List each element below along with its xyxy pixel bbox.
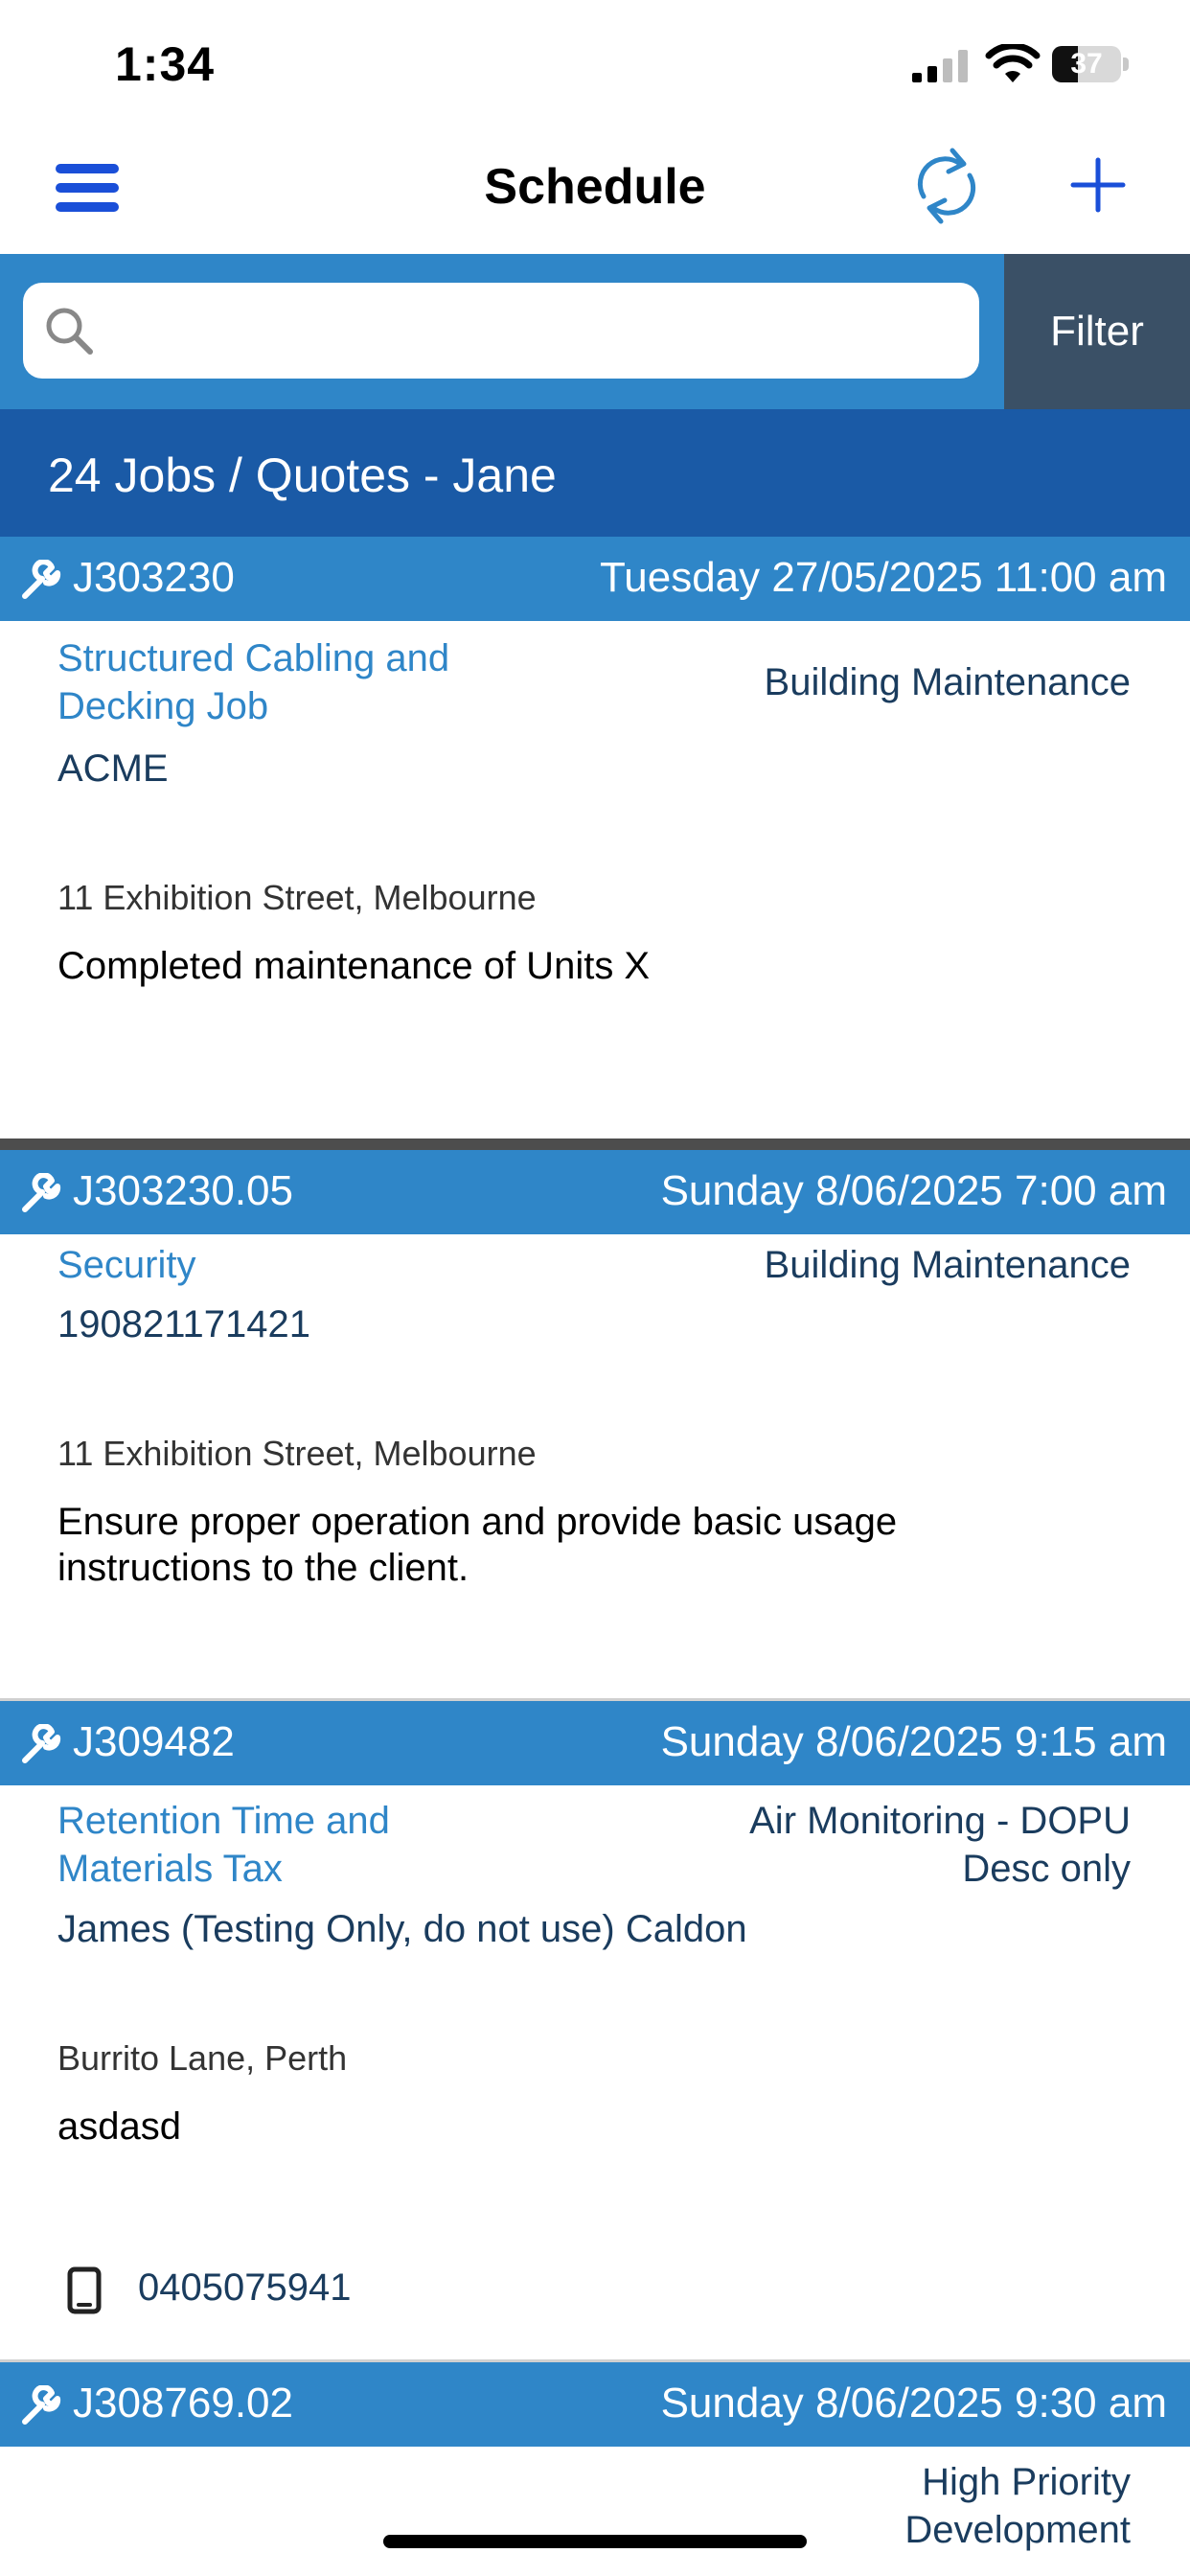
job-category: Air Monitoring - DOPU Desc only (749, 1800, 1131, 1890)
job-date: Sunday 8/06/2025 7:00 am (660, 1167, 1167, 1214)
page-title: Schedule (484, 159, 706, 215)
wifi-icon (985, 44, 1041, 82)
job-title: Retention Time and Materials Tax (57, 1800, 390, 1890)
add-icon[interactable] (1069, 156, 1127, 214)
job-title: Structured Cabling and Decking Job (57, 637, 450, 727)
job-id: J303230.05 (73, 1167, 293, 1214)
navigation-bar: Schedule (0, 129, 1190, 254)
job-address: 11 Exhibition Street, Melbourne (57, 1434, 537, 1473)
job-date: Sunday 8/06/2025 9:15 am (660, 1718, 1167, 1765)
job-client: 190821171421 (57, 1303, 310, 1346)
jobs-count-text: 24 Jobs / Quotes - Jane (48, 448, 557, 502)
job-category: Building Maintenance (764, 661, 1131, 703)
job-card-header: J303230 Tuesday 27/05/2025 11:00 am (0, 537, 1190, 621)
hamburger-menu-button[interactable] (56, 164, 123, 218)
job-description: Completed maintenance of Units X (57, 945, 651, 987)
job-card[interactable]: J303230.05 Sunday 8/06/2025 7:00 am Secu… (0, 1150, 1190, 1698)
battery-level: 37 (1070, 48, 1103, 80)
divider (0, 1138, 1190, 1150)
phone-icon (67, 2266, 102, 2314)
status-bar: 1:34 37 (0, 0, 1190, 129)
job-id: J308769.02 (73, 2380, 293, 2426)
wrench-icon (22, 1724, 61, 1763)
job-description: Ensure proper operation and provide basi… (57, 1501, 898, 1589)
job-date: Sunday 8/06/2025 9:30 am (660, 2380, 1167, 2426)
battery-icon: 37 (1052, 46, 1129, 82)
job-client: James (Testing Only, do not use) Caldon (57, 1908, 747, 1950)
filter-button[interactable]: Filter (1004, 254, 1190, 409)
job-address: Burrito Lane, Perth (57, 2038, 348, 2078)
wrench-icon (22, 1173, 61, 1212)
search-icon (46, 308, 93, 355)
job-card[interactable]: J303230 Tuesday 27/05/2025 11:00 am Stru… (0, 537, 1190, 1138)
wrench-icon (22, 2385, 61, 2425)
job-title: Security (57, 1244, 196, 1286)
job-id: J309482 (73, 1718, 235, 1765)
job-client: ACME (57, 748, 169, 790)
home-indicator[interactable] (383, 2535, 807, 2548)
cellular-signal-icon (912, 50, 968, 82)
job-address: 11 Exhibition Street, Melbourne (57, 878, 537, 917)
search-input[interactable] (109, 296, 952, 365)
search-bar: Filter (0, 254, 1190, 409)
job-date: Tuesday 27/05/2025 11:00 am (600, 554, 1167, 601)
job-category: High Priority Development (904, 2461, 1131, 2551)
job-id: J303230 (73, 554, 235, 601)
job-description: asdasd (57, 2105, 181, 2148)
job-card-header: J309482 Sunday 8/06/2025 9:15 am (0, 1701, 1190, 1785)
job-category: Building Maintenance (764, 1244, 1131, 1286)
job-card[interactable]: J309482 Sunday 8/06/2025 9:15 am Retenti… (0, 1701, 1190, 2359)
wrench-icon (22, 560, 61, 599)
refresh-icon[interactable] (910, 143, 983, 229)
search-field[interactable] (23, 283, 979, 379)
job-phone-link[interactable]: 0405075941 (138, 2266, 351, 2310)
job-card-header: J303230.05 Sunday 8/06/2025 7:00 am (0, 1150, 1190, 1234)
status-time: 1:34 (115, 37, 216, 91)
jobs-count-header: 24 Jobs / Quotes - Jane (0, 409, 1190, 537)
job-card-header: J308769.02 Sunday 8/06/2025 9:30 am (0, 2362, 1190, 2447)
